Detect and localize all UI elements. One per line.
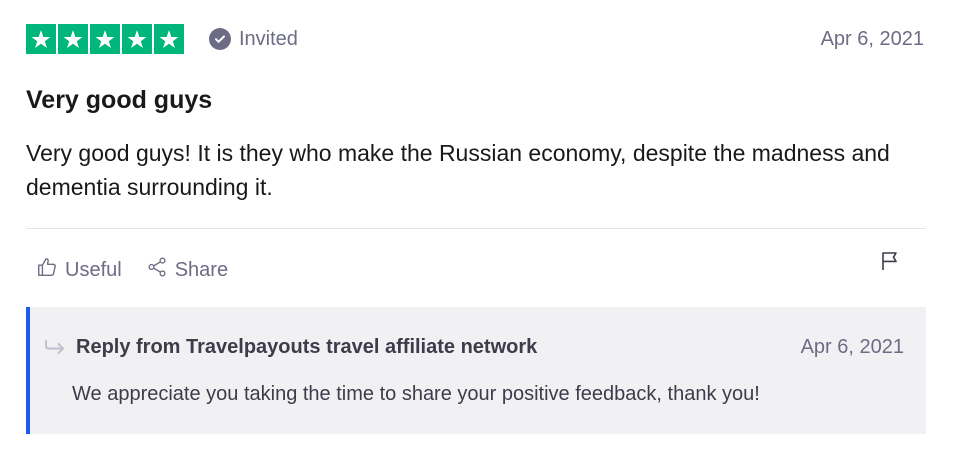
useful-button[interactable]: Useful — [36, 256, 122, 284]
review-text: Very good guys! It is they who make the … — [26, 140, 890, 200]
reply-from: Reply from Travelpayouts travel affiliat… — [76, 335, 538, 358]
flag-icon[interactable] — [878, 249, 902, 273]
reply-date: Apr 6, 2021 — [800, 335, 904, 358]
thumbs-up-icon — [36, 256, 65, 284]
star-icon — [26, 24, 56, 54]
share-label: Share — [174, 258, 229, 281]
review-title[interactable]: Very good guys — [26, 86, 212, 115]
review-card: Invited Apr 6, 2021 Very good guys Very … — [0, 0, 966, 452]
star-icon — [58, 24, 88, 54]
star-icon — [154, 24, 184, 54]
share-icon — [146, 256, 175, 284]
star-icon — [122, 24, 152, 54]
share-button[interactable]: Share — [146, 256, 228, 284]
reply-header: Reply from Travelpayouts travel affiliat… — [44, 333, 904, 361]
star-icon — [90, 24, 120, 54]
review-date: Apr 6, 2021 — [820, 27, 924, 50]
checkmark-icon — [209, 28, 231, 50]
company-reply: Reply from Travelpayouts travel affiliat… — [26, 307, 926, 434]
invited-label: Invited — [239, 27, 298, 50]
invited-badge: Invited — [209, 28, 298, 51]
review-header: Invited Apr 6, 2021 — [26, 23, 924, 55]
star-rating — [26, 24, 184, 54]
reply-arrow-icon — [44, 339, 66, 355]
review-actions: Useful Share — [36, 255, 252, 285]
reply-text: We appreciate you taking the time to sha… — [72, 383, 760, 405]
divider — [26, 228, 926, 229]
useful-label: Useful — [65, 258, 122, 281]
